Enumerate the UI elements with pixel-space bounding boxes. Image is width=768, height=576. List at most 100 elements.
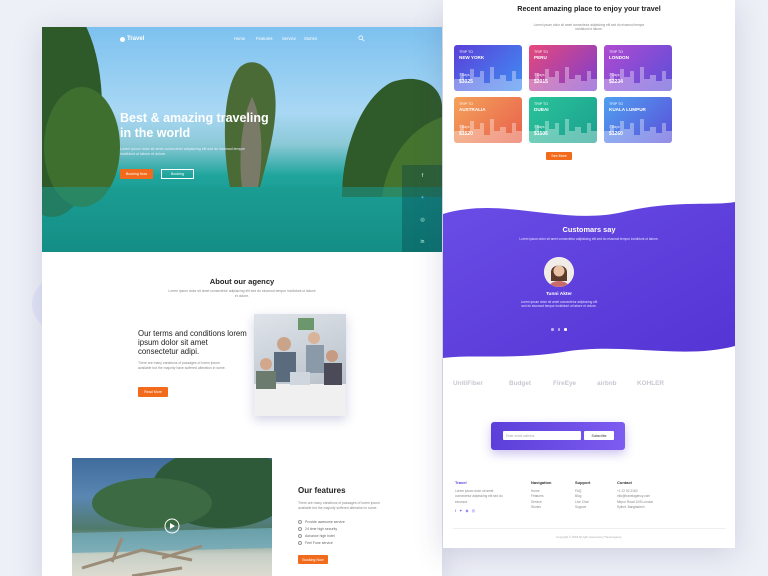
about-title: About our agency (209, 277, 275, 286)
landing-page-right: Recent amazing place to enjoy your trave… (443, 0, 735, 548)
features-video-thumbnail[interactable] (72, 458, 272, 576)
linkedin-icon[interactable]: ◈ (465, 508, 468, 513)
trip-card-days: 7 Days (609, 73, 620, 77)
trip-card[interactable]: TRIP TO LONDON 7 Days $2234 (604, 45, 672, 91)
feature-item-label: Advance high hotel (305, 534, 335, 538)
hero-section: Travel Home Features Service Stories Bes… (42, 27, 442, 252)
instagram-icon[interactable]: ◎ (419, 217, 426, 224)
customer-name: Tunni Akter (545, 292, 573, 297)
see-more-button[interactable]: See More (546, 152, 572, 160)
hero-title: Best & amazing traveling in the world (120, 111, 269, 140)
brand-name: Travel (127, 36, 145, 42)
booking-now-button[interactable]: Booking Now (120, 169, 153, 179)
subscribe-button[interactable]: Subscribe (584, 431, 614, 440)
search-icon[interactable] (358, 35, 365, 42)
features-description: There are many variations of passages of… (298, 501, 380, 510)
instagram-icon[interactable]: ◎ (472, 508, 476, 513)
trip-card-label: TRIP TO (459, 50, 473, 54)
check-icon (298, 534, 302, 538)
partner-logo-budget: Budget (509, 380, 532, 387)
facebook-icon[interactable]: f (419, 173, 426, 180)
customers-title: Customars say (562, 225, 616, 234)
features-booking-button[interactable]: Booking Now (298, 555, 328, 564)
twitter-icon[interactable]: ✦ (419, 195, 426, 202)
partner-logo-kohler: KOHLER (637, 380, 664, 387)
trip-card-days: 7 Days (459, 125, 470, 129)
brand-logo[interactable]: Travel (120, 36, 144, 42)
logo-icon (120, 36, 125, 42)
top-navigation: Travel Home Features Service Stories (42, 35, 442, 47)
check-icon (298, 527, 302, 531)
twitter-icon[interactable]: ✦ (459, 508, 462, 513)
partner-logo-unitifiber: UnitiFiber (453, 380, 483, 387)
partner-logo-fireeye: FireEye (553, 380, 577, 387)
feature-item-label: 24 time high security (305, 527, 338, 531)
city-skyline-icon (529, 119, 597, 143)
city-skyline-icon (529, 67, 597, 91)
terms-description: There are many variations of passages of… (138, 361, 226, 370)
trip-card-city: NEW YORK (459, 55, 485, 60)
pagination-dot-active[interactable] (564, 328, 567, 331)
check-icon (298, 520, 302, 524)
footer-support: Support FAQ Blog Live Chat Support (575, 480, 590, 511)
footer-social: f ✦ ◈ ◎ (455, 508, 505, 513)
trip-card[interactable]: TRIP TO NEW YORK 7 Days $3025 (454, 45, 522, 91)
trip-card[interactable]: TRIP TO PERU 7 Days $2015 (529, 45, 597, 91)
trip-card-days: 7 Days (534, 125, 545, 129)
trip-card[interactable]: TRIP TO KUALA LUMPUR 7 Days $1260 (604, 97, 672, 143)
feature-item-label: Feel Fune service (305, 541, 333, 545)
trip-card-label: TRIP TO (459, 102, 473, 106)
facebook-icon[interactable]: f (455, 508, 456, 513)
city-skyline-icon (604, 119, 672, 143)
customer-quote: Lorem ipsum dolor sit amet consectetur a… (520, 300, 598, 309)
footer-logo[interactable]: Travel (455, 480, 505, 485)
booking-button[interactable]: Booking (161, 169, 194, 179)
partner-logo-airbnb: airbnb (597, 380, 617, 387)
customers-description: Lorem ipsum dolor sit amet consectetur a… (519, 237, 659, 241)
feature-item: Advance high hotel (298, 534, 335, 538)
nav-link-features[interactable]: Features (256, 36, 273, 41)
trip-card-label: TRIP TO (609, 50, 623, 54)
footer-navigation: Navigation Home Features Service Stories (531, 480, 551, 511)
footer-support-heading: Support (575, 480, 591, 485)
trip-card-city: LONDON (609, 55, 629, 60)
trip-card[interactable]: TRIP TO DUBAI 7 Days $1506 (529, 97, 597, 143)
footer-brand-description: Lorem ipsum dolor sit amet consectetur a… (455, 489, 503, 504)
trip-card-city: PERU (534, 55, 547, 60)
linkedin-icon[interactable]: in (419, 239, 426, 246)
testimonial-pagination (551, 328, 567, 331)
trip-card-price: $2234 (609, 79, 623, 85)
terms-title: Our terms and conditions lorem ipsum dol… (138, 329, 247, 357)
feature-item: 24 time high security (298, 527, 337, 531)
play-icon[interactable] (164, 518, 180, 534)
nav-link-service[interactable]: Service (282, 36, 296, 41)
trips-description: Lorem ipsum dolor sit amet consectetur a… (533, 23, 645, 32)
footer-navigation-heading: Navigation (531, 480, 552, 485)
pagination-dot[interactable] (557, 328, 560, 331)
office-photo (254, 314, 346, 416)
footer-contact-heading: Contact (617, 480, 632, 485)
footer-contact: Contact +1 22 92 2160 info@travelagency.… (617, 480, 673, 511)
footer-link[interactable]: Support (575, 505, 590, 510)
trip-card-days: 7 Days (459, 73, 470, 77)
features-title: Our features (298, 486, 346, 495)
nav-link-stories[interactable]: Stories (304, 36, 317, 41)
footer-divider (453, 528, 725, 529)
trip-card-city: DUBAI (534, 107, 549, 112)
read-more-button[interactable]: Read More (138, 387, 168, 397)
pagination-dot[interactable] (551, 328, 554, 331)
footer-brand: Travel Lorem ipsum dolor sit amet consec… (455, 480, 505, 513)
trip-card[interactable]: TRIP TO AUSTRALIA 7 Days $1520 (454, 97, 522, 143)
nav-link-home[interactable]: Home (234, 36, 245, 41)
footer-link[interactable]: Stories (531, 505, 551, 510)
beach-illustration (72, 458, 272, 576)
trip-card-city: AUSTRALIA (459, 107, 486, 112)
customers-background (443, 202, 735, 358)
office-illustration (254, 318, 346, 416)
trip-card-price: $2015 (534, 79, 548, 85)
avatar-illustration (544, 257, 574, 287)
avatar (544, 257, 574, 287)
newsletter-email-input[interactable]: Enter email address (503, 431, 581, 440)
trip-card-price: $1506 (534, 131, 548, 137)
trips-title: Recent amazing place to enjoy your trave… (517, 4, 661, 13)
